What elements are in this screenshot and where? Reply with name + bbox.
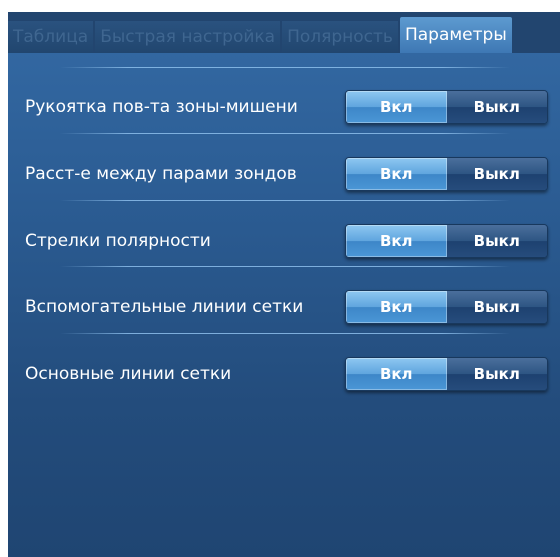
- parameters-content: Рукоятка пов-та зоны-мишени Вкл Выкл Рас…: [8, 53, 560, 557]
- setting-row-target-zone-handle: Рукоятка пов-та зоны-мишени Вкл Выкл: [8, 87, 560, 127]
- tab-polarity[interactable]: Полярность: [282, 21, 398, 53]
- setting-label: Стрелки полярности: [25, 231, 211, 251]
- divider: [60, 67, 510, 68]
- toggle-on-button[interactable]: Вкл: [346, 91, 447, 123]
- toggle-on-button[interactable]: Вкл: [346, 158, 447, 190]
- setting-label: Вспомогательные линии сетки: [25, 297, 304, 317]
- setting-label: Расст-е между парами зондов: [25, 164, 297, 184]
- toggle-major-grid-lines[interactable]: Вкл Выкл: [345, 357, 548, 391]
- setting-label: Основные линии сетки: [25, 364, 232, 384]
- settings-panel: Таблица Быстрая настройка Полярность Пар…: [8, 12, 560, 557]
- toggle-off-button[interactable]: Выкл: [446, 291, 547, 323]
- setting-row-minor-grid-lines: Вспомогательные линии сетки Вкл Выкл: [8, 287, 560, 327]
- toggle-on-button[interactable]: Вкл: [346, 291, 447, 323]
- divider: [60, 266, 510, 267]
- toggle-off-button[interactable]: Выкл: [446, 91, 547, 123]
- toggle-target-zone-handle[interactable]: Вкл Выкл: [345, 90, 548, 124]
- setting-row-major-grid-lines: Основные линии сетки Вкл Выкл: [8, 354, 560, 394]
- divider: [60, 133, 510, 134]
- setting-row-polarity-arrows: Стрелки полярности Вкл Выкл: [8, 221, 560, 261]
- toggle-off-button[interactable]: Выкл: [446, 358, 547, 390]
- toggle-on-button[interactable]: Вкл: [346, 358, 447, 390]
- divider: [60, 200, 510, 201]
- toggle-probe-pair-distance[interactable]: Вкл Выкл: [345, 157, 548, 191]
- tab-table[interactable]: Таблица: [8, 21, 94, 53]
- tab-quick-setup[interactable]: Быстрая настройка: [95, 21, 281, 53]
- tab-parameters[interactable]: Параметры: [399, 17, 512, 53]
- toggle-off-button[interactable]: Выкл: [446, 158, 547, 190]
- toggle-polarity-arrows[interactable]: Вкл Выкл: [345, 224, 548, 258]
- setting-row-probe-pair-distance: Расст-е между парами зондов Вкл Выкл: [8, 154, 560, 194]
- divider: [60, 333, 510, 334]
- toggle-minor-grid-lines[interactable]: Вкл Выкл: [345, 290, 548, 324]
- toggle-on-button[interactable]: Вкл: [346, 225, 447, 257]
- tab-bar: Таблица Быстрая настройка Полярность Пар…: [8, 15, 560, 53]
- setting-label: Рукоятка пов-та зоны-мишени: [25, 97, 298, 117]
- toggle-off-button[interactable]: Выкл: [446, 225, 547, 257]
